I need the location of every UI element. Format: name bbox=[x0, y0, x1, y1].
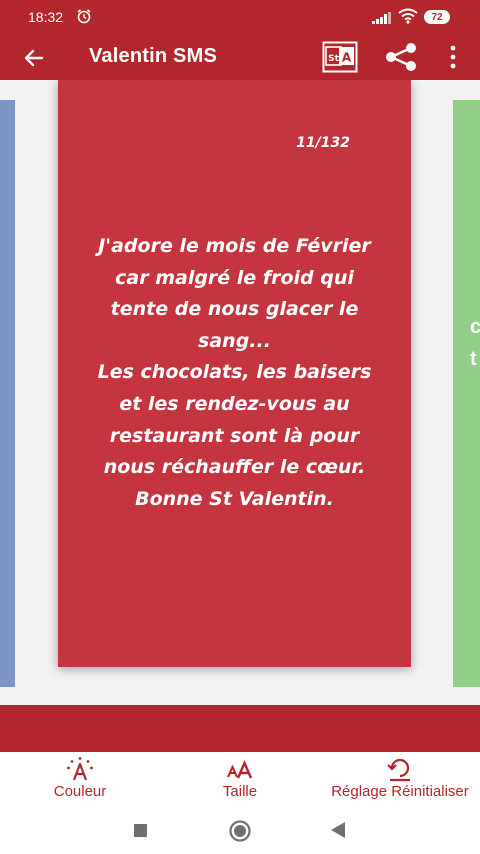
more-vert-icon[interactable] bbox=[444, 44, 462, 75]
wifi-icon bbox=[398, 8, 418, 29]
translate-icon[interactable]: St A bbox=[322, 41, 358, 78]
svg-text:St: St bbox=[328, 54, 339, 64]
message-line: restaurant sont là pour bbox=[109, 424, 360, 447]
system-nav-bar bbox=[0, 806, 480, 854]
message-line: Les chocolats, les baisers bbox=[97, 361, 372, 384]
home-icon[interactable] bbox=[228, 819, 252, 848]
ad-banner-area bbox=[0, 705, 480, 752]
message-card[interactable]: 11/132 J'adore le mois de Février car ma… bbox=[58, 80, 411, 667]
svg-text:A: A bbox=[342, 51, 352, 65]
back-nav-icon[interactable] bbox=[330, 821, 346, 844]
arrow-left-icon[interactable] bbox=[20, 44, 48, 72]
previous-card[interactable] bbox=[0, 100, 15, 687]
bottom-toolbar: Couleur Taille Réglage Réinitialiser bbox=[0, 752, 480, 806]
share-icon[interactable] bbox=[382, 42, 420, 77]
message-line: J'adore le mois de Février bbox=[98, 235, 371, 257]
color-label: Couleur bbox=[53, 783, 107, 800]
message-line: et les rendez-vous au bbox=[119, 392, 350, 415]
message-line: sang... bbox=[198, 329, 271, 352]
app-bar: Valentin SMS St A bbox=[0, 34, 480, 80]
reset-button[interactable]: Réglage Réinitialiser bbox=[322, 752, 478, 806]
message-line: Bonne St Valentin. bbox=[135, 487, 334, 510]
signal-icon bbox=[372, 11, 392, 29]
next-card-text: t bbox=[470, 348, 477, 370]
next-card-text: c bbox=[470, 316, 480, 338]
message-line: nous réchauffer le cœur. bbox=[103, 456, 366, 479]
status-bar: 18:32 72 bbox=[0, 0, 480, 34]
reset-label: Réglage Réinitialiser bbox=[331, 783, 469, 800]
text-size-icon bbox=[227, 759, 253, 785]
message-pager[interactable]: c t 11/132 J'adore le mois de Février ca… bbox=[0, 80, 480, 752]
status-time: 18:32 bbox=[28, 9, 64, 25]
size-label: Taille bbox=[222, 783, 258, 800]
message-counter: 11/132 bbox=[296, 135, 350, 151]
alarm-icon bbox=[76, 8, 92, 29]
next-card[interactable] bbox=[453, 100, 480, 687]
size-button[interactable]: Taille bbox=[200, 752, 280, 806]
message-text: J'adore le mois de Février car malgré le… bbox=[68, 231, 401, 515]
message-line: tente de nous glacer le bbox=[110, 298, 359, 321]
battery-icon: 72 bbox=[424, 10, 450, 24]
page-title: Valentin SMS bbox=[89, 45, 217, 67]
recents-icon[interactable] bbox=[134, 824, 147, 837]
message-line: car malgré le froid qui bbox=[115, 266, 354, 289]
color-button[interactable]: Couleur bbox=[40, 752, 120, 806]
